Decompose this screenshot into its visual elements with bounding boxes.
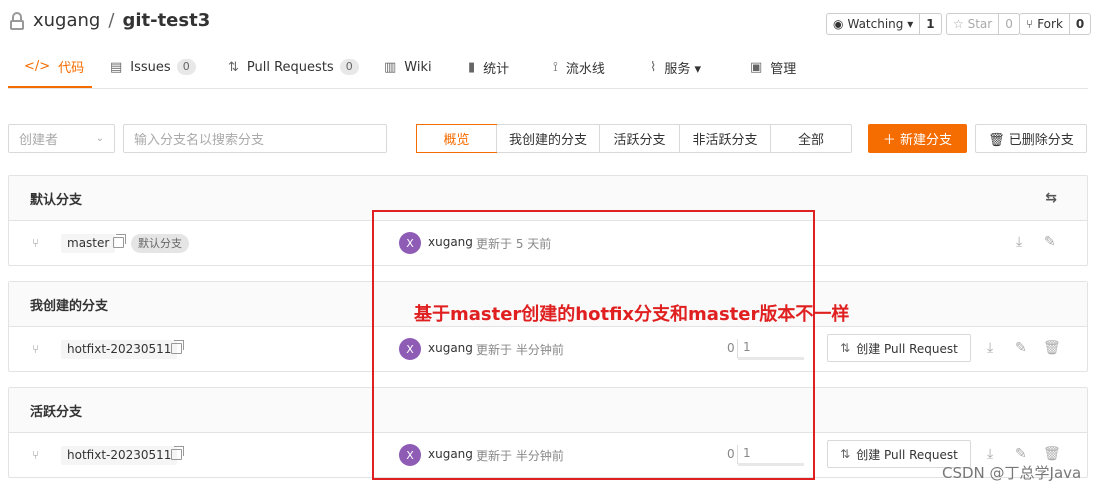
repo-title: xugang / git-test3 <box>9 10 210 31</box>
create-pull-request-button[interactable]: ⇅ 创建 Pull Request <box>827 334 971 362</box>
watching-count[interactable]: 1 <box>919 14 940 34</box>
branch-icon: ⑂ <box>32 236 40 250</box>
star-button[interactable]: ☆ Star 0 <box>946 13 1020 35</box>
branch-name-link[interactable]: hotfixt-20230511 <box>61 446 178 465</box>
download-icon[interactable]: ⤓ <box>1016 234 1022 250</box>
branch-name-link[interactable]: hotfixt-20230511 <box>61 340 178 359</box>
branch-view-segmented: 概览 我创建的分支 活跃分支 非活跃分支 全部 <box>416 124 852 153</box>
branch-icon: ⑂ <box>32 342 40 356</box>
tab-label: Pull Requests <box>246 59 334 75</box>
tab-pull-requests[interactable]: ⇅ Pull Requests 0 <box>228 46 359 88</box>
new-branch-button[interactable]: ＋ 新建分支 <box>868 124 967 153</box>
repo-header: xugang / git-test3 ◉ Watching ▾ 1 ☆ Star … <box>0 0 1120 46</box>
annotation-text: 基于master创建的hotfix分支和master版本不一样 <box>414 304 850 325</box>
tab-issues[interactable]: ▤ Issues 0 <box>110 46 196 88</box>
tab-label: 服务 ▾ <box>664 61 702 77</box>
tab-manage[interactable]: ▣ 管理 <box>750 46 796 88</box>
tab-label: Wiki <box>404 59 432 75</box>
tab-label: 流水线 <box>565 61 605 77</box>
tab-wiki[interactable]: ▥ Wiki <box>384 46 432 88</box>
pull-request-icon: ⇅ <box>840 341 851 355</box>
pull-request-icon: ⇅ <box>228 59 239 75</box>
edit-icon[interactable]: ✎ <box>1015 446 1027 462</box>
line-chart-icon: ⌇ <box>650 59 657 75</box>
creator-filter-select[interactable]: 创建者 ⌄ <box>8 124 115 153</box>
copy-icon[interactable] <box>171 446 184 460</box>
branch-icon: ⑂ <box>32 448 40 462</box>
watermark: CSDN @丁总学Java <box>942 464 1082 482</box>
star-count[interactable]: 0 <box>998 14 1019 34</box>
fork-button[interactable]: ⑂ Fork 0 <box>1019 13 1092 35</box>
segment-overview[interactable]: 概览 <box>416 124 497 153</box>
tabs-divider <box>8 88 1088 89</box>
switch-default-branch-icon[interactable]: ⇆ <box>1045 190 1057 206</box>
bar-chart-icon: ▮ <box>468 59 476 75</box>
copy-icon[interactable] <box>113 234 126 248</box>
edit-icon[interactable]: ✎ <box>1015 340 1027 356</box>
tab-services[interactable]: ⌇ 服务 ▾ <box>650 46 701 88</box>
segment-mine[interactable]: 我创建的分支 <box>496 125 599 152</box>
segment-active[interactable]: 活跃分支 <box>599 125 679 152</box>
tab-label: 统计 <box>483 61 510 77</box>
tab-pipeline[interactable]: ⟟ 流水线 <box>553 46 605 88</box>
tab-stats[interactable]: ▮ 统计 <box>468 46 509 88</box>
tab-label: 代码 <box>58 60 85 76</box>
repo-separator: / <box>108 10 115 31</box>
repo-tabs: </> 代码 ▤ Issues 0 ⇅ Pull Requests 0 ▥ Wi… <box>0 46 1120 88</box>
settings-icon: ▣ <box>750 59 763 75</box>
default-branch-tag: 默认分支 <box>131 234 189 253</box>
branch-name-link[interactable]: master <box>61 234 116 253</box>
section-title-text: 我创建的分支 <box>30 298 109 314</box>
delete-icon[interactable]: 🗑 <box>1043 340 1061 356</box>
fork-label: Fork <box>1037 17 1063 31</box>
fork-icon: ⑂ <box>1026 17 1034 31</box>
fork-count[interactable]: 0 <box>1068 14 1090 34</box>
lock-icon <box>9 11 25 30</box>
search-placeholder: 输入分支名以搜索分支 <box>134 133 265 148</box>
tab-code[interactable]: </> 代码 <box>8 46 92 88</box>
section-title-text: 默认分支 <box>30 192 83 208</box>
eye-icon: ◉ <box>833 17 844 31</box>
repo-name-link[interactable]: git-test3 <box>122 10 210 31</box>
delete-icon[interactable]: 🗑 <box>1043 446 1061 462</box>
segment-inactive[interactable]: 非活跃分支 <box>679 125 770 152</box>
pr-count-badge: 0 <box>339 59 359 75</box>
chevron-down-icon: ⌄ <box>95 133 104 144</box>
create-pr-label: 创建 Pull Request <box>856 341 958 356</box>
annotation-highlight-box <box>372 210 815 480</box>
repo-owner-link[interactable]: xugang <box>33 10 100 31</box>
create-pr-label: 创建 Pull Request <box>856 447 958 462</box>
creator-placeholder: 创建者 <box>19 133 59 148</box>
pull-request-icon: ⇅ <box>840 447 851 461</box>
book-icon: ▥ <box>384 59 397 75</box>
tab-label: Issues <box>130 59 171 75</box>
section-title-text: 活跃分支 <box>30 404 83 420</box>
issues-icon: ▤ <box>110 59 123 75</box>
watching-button[interactable]: ◉ Watching ▾ 1 <box>826 13 942 35</box>
code-icon: </> <box>24 58 51 74</box>
download-icon[interactable]: ⤓ <box>987 340 993 356</box>
deleted-branches-button[interactable]: 🗑 已删除分支 <box>975 124 1087 153</box>
star-label: ☆ Star <box>953 17 993 31</box>
issues-count-badge: 0 <box>176 59 196 75</box>
pipeline-icon: ⟟ <box>553 59 558 75</box>
tab-label: 管理 <box>770 61 797 77</box>
edit-icon[interactable]: ✎ <box>1044 234 1056 250</box>
watching-label: Watching ▾ <box>847 17 914 31</box>
segment-all[interactable]: 全部 <box>770 125 851 152</box>
copy-icon[interactable] <box>171 340 184 354</box>
download-icon[interactable]: ⤓ <box>987 446 993 462</box>
branch-search-input[interactable]: 输入分支名以搜索分支 <box>123 124 387 153</box>
